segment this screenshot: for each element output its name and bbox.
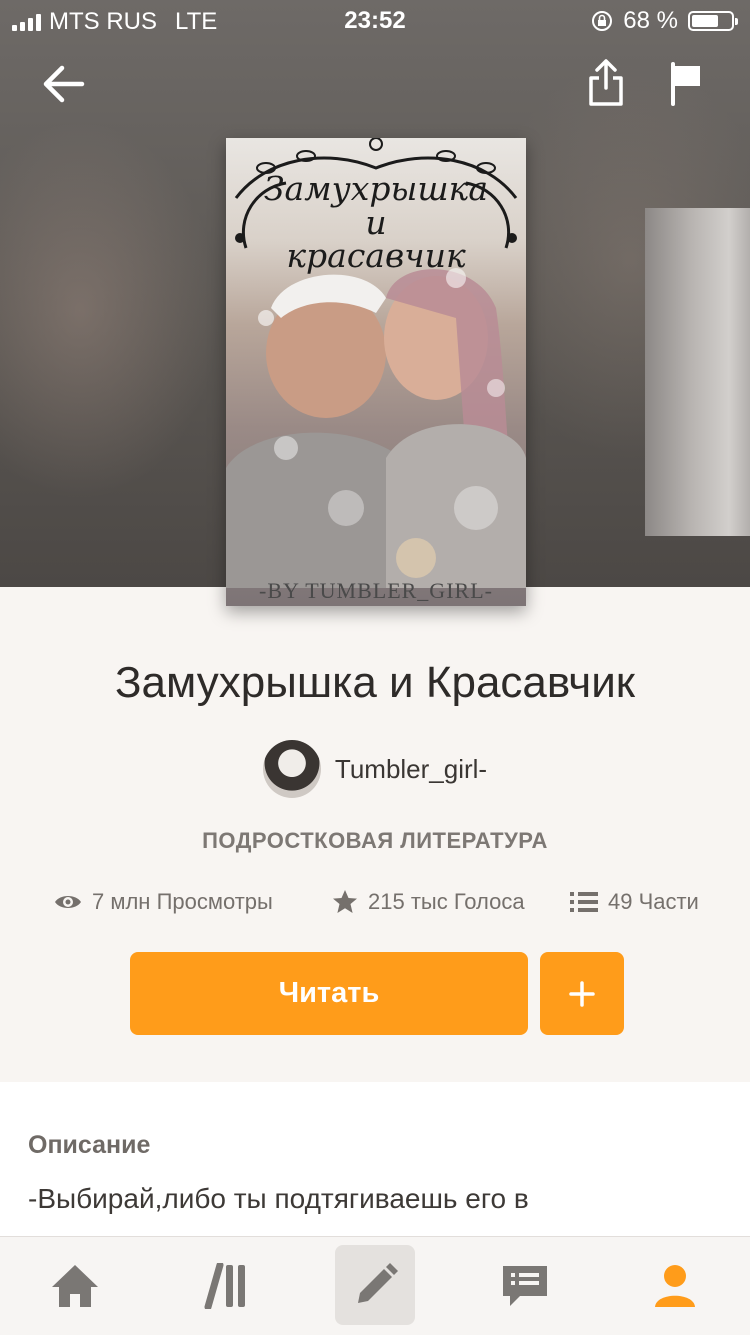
- plus-icon: [569, 980, 595, 1007]
- read-button[interactable]: Читать: [130, 952, 528, 1035]
- book-cover: Замухрышка и красавчик -BY TUMBLER_GIRL-: [226, 138, 526, 606]
- hero-background-blur: [0, 120, 220, 500]
- tab-home[interactable]: [0, 1237, 150, 1335]
- tab-messages[interactable]: [450, 1237, 600, 1335]
- description-label: Описание: [28, 1131, 151, 1159]
- battery-percent: 68 %: [623, 7, 678, 34]
- home-icon: [52, 1265, 98, 1307]
- orientation-lock-icon: [592, 11, 613, 31]
- cover-photo: [226, 268, 526, 588]
- tab-library[interactable]: [150, 1237, 300, 1335]
- tab-write[interactable]: [300, 1237, 450, 1335]
- pencil-icon: [358, 1263, 398, 1303]
- battery-icon: [688, 11, 738, 31]
- share-icon[interactable]: [586, 58, 626, 108]
- star-icon: [333, 890, 357, 913]
- add-to-library-button[interactable]: [540, 952, 624, 1035]
- author-name[interactable]: Tumbler_girl-: [335, 754, 487, 785]
- votes-stat: 215 тыс Голоса: [332, 889, 525, 915]
- list-icon: [570, 892, 598, 912]
- cover-title-line: Замухрышка: [264, 169, 488, 208]
- genre-label[interactable]: ПОДРОСТКОВАЯ ЛИТЕРАТУРА: [0, 828, 750, 854]
- profile-icon: [655, 1265, 695, 1307]
- flag-icon[interactable]: [668, 62, 704, 106]
- messages-icon: [503, 1266, 547, 1306]
- views-stat: 7 млн Просмотры: [54, 889, 273, 915]
- tab-bar: [0, 1236, 750, 1335]
- votes-count: 215 тыс Голоса: [368, 889, 525, 914]
- cover-author-signature: -BY TUMBLER_GIRL-: [259, 578, 493, 603]
- views-count: 7 млн Просмотры: [92, 889, 273, 914]
- parts-count: 49 Части: [608, 889, 699, 914]
- parts-stat: 49 Части: [570, 889, 699, 915]
- author-avatar[interactable]: [262, 740, 321, 798]
- book-title: Замухрышка и Красавчик: [114, 658, 636, 707]
- cover-title-line: и: [365, 202, 387, 242]
- eye-icon: [55, 896, 81, 908]
- description-text: -Выбирай,либо ты подтягиваешь его в: [28, 1183, 529, 1214]
- tab-profile[interactable]: [600, 1237, 750, 1335]
- status-bar: MTS RUS LTE 23:52 68 %: [0, 0, 750, 40]
- status-right: 68 %: [591, 7, 738, 35]
- back-arrow-icon[interactable]: [42, 62, 86, 106]
- next-book-cover[interactable]: [645, 208, 750, 536]
- author-row[interactable]: Tumbler_girl-: [0, 740, 750, 798]
- library-icon: [204, 1263, 245, 1309]
